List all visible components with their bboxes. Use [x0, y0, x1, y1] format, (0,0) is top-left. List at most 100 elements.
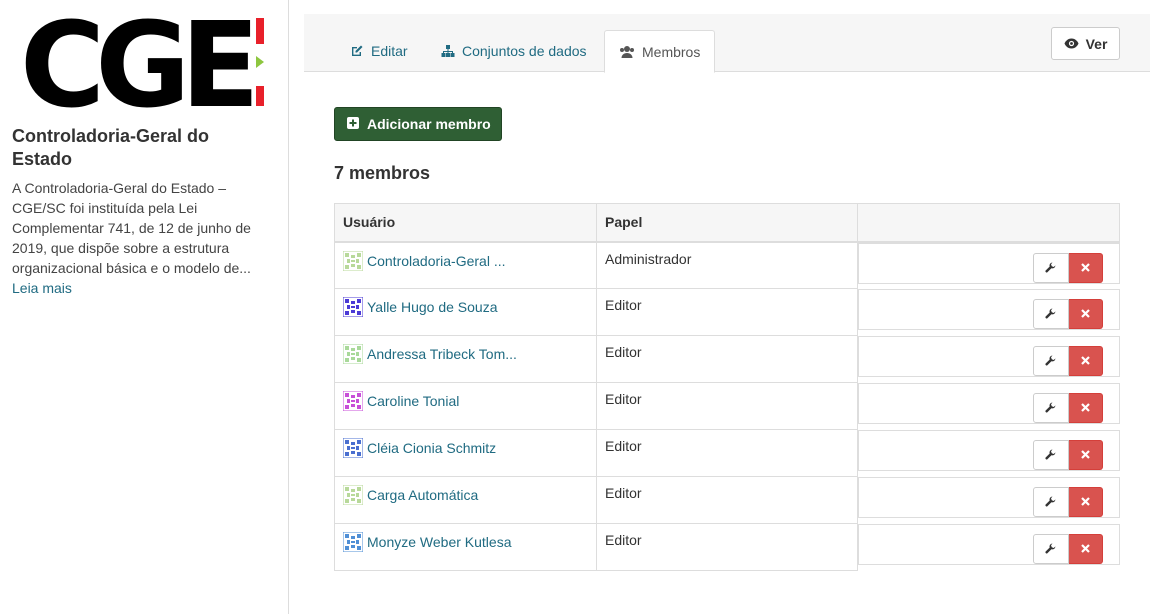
wrench-icon: [1045, 449, 1056, 460]
tabs-bar: Editar Conjuntos de dados Membros: [304, 14, 1150, 73]
role-cell: Administrador: [596, 241, 858, 289]
svg-text:CGE: CGE: [20, 14, 251, 114]
actions-cell: [858, 382, 1120, 424]
close-icon: [1080, 497, 1090, 506]
user-cell: Yalle Hugo de Souza: [334, 288, 597, 336]
role-cell: Editor: [596, 523, 858, 571]
table-header-row: Usuário Papel: [334, 203, 1120, 243]
remove-member-button[interactable]: [1068, 252, 1103, 283]
tab-edit-label: Editar: [371, 43, 408, 59]
table-row: Monyze Weber Kutlesa Editor: [334, 523, 1120, 571]
user-cell: Carga Automática: [334, 476, 597, 524]
remove-member-button[interactable]: [1068, 298, 1103, 329]
avatar[interactable]: [343, 297, 363, 317]
tab-datasets[interactable]: Conjuntos de dados: [427, 30, 601, 72]
remove-member-button[interactable]: [1068, 392, 1103, 423]
edit-member-button[interactable]: [1032, 439, 1069, 470]
remove-member-button[interactable]: [1068, 345, 1103, 376]
wrench-icon: [1045, 308, 1056, 319]
edit-member-button[interactable]: [1032, 533, 1069, 564]
tab-edit[interactable]: Editar: [336, 30, 422, 72]
edit-member-button[interactable]: [1032, 298, 1069, 329]
table-row: Carga Automática Editor: [334, 476, 1120, 524]
avatar[interactable]: [343, 344, 363, 364]
tab-members[interactable]: Membros: [604, 30, 716, 73]
wrench-icon: [1045, 543, 1056, 554]
user-link[interactable]: Monyze Weber Kutlesa: [367, 534, 511, 550]
user-cell: Controladoria-Geral ...: [334, 241, 597, 289]
role-cell: Editor: [596, 382, 858, 430]
row-actions: [1032, 345, 1103, 376]
sitemap-icon: [441, 44, 455, 58]
role-cell: Editor: [596, 429, 858, 477]
wrench-icon: [1045, 262, 1056, 273]
user-link[interactable]: Cléia Cionia Schmitz: [367, 440, 496, 456]
member-count: 7 membros: [334, 163, 431, 183]
user-link[interactable]: Carga Automática: [367, 487, 478, 503]
members-table: Usuário Papel Controladoria-Geral ... Ad…: [334, 203, 1120, 571]
table-row: Controladoria-Geral ... Administrador: [334, 241, 1120, 289]
remove-member-button[interactable]: [1068, 533, 1103, 564]
user-link[interactable]: Andressa Tribeck Tom...: [367, 346, 517, 362]
role-cell: Editor: [596, 288, 858, 336]
row-actions: [1032, 486, 1103, 517]
org-title: Controladoria-Geral do Estado: [12, 126, 210, 169]
actions-cell: [858, 335, 1120, 377]
header-actions: [857, 203, 1120, 243]
wrench-icon: [1045, 496, 1056, 507]
user-cell: Cléia Cionia Schmitz: [334, 429, 597, 477]
close-icon: [1080, 309, 1090, 318]
user-link[interactable]: Yalle Hugo de Souza: [367, 299, 498, 315]
user-link[interactable]: Caroline Tonial: [367, 393, 459, 409]
row-actions: [1032, 439, 1103, 470]
row-actions: [1032, 298, 1103, 329]
header-role: Papel: [596, 203, 858, 243]
actions-cell: [858, 476, 1120, 518]
tab-members-label: Membros: [642, 43, 701, 60]
remove-member-button[interactable]: [1068, 439, 1103, 470]
close-icon: [1080, 356, 1090, 365]
org-description: A Controladoria-Geral do Estado – CGE/SC…: [12, 180, 251, 276]
close-icon: [1080, 263, 1090, 272]
add-member-label: Adicionar membro: [367, 116, 491, 132]
org-logo[interactable]: CGE: [20, 0, 270, 134]
row-actions: [1032, 533, 1103, 564]
view-button[interactable]: Ver: [1051, 27, 1120, 60]
remove-member-button[interactable]: [1068, 486, 1103, 517]
user-link[interactable]: Controladoria-Geral ...: [367, 253, 506, 269]
avatar[interactable]: [343, 250, 363, 271]
table-row: Yalle Hugo de Souza Editor: [334, 288, 1120, 336]
plus-square-icon: [347, 116, 359, 132]
tab-datasets-label: Conjuntos de dados: [462, 43, 587, 59]
user-cell: Monyze Weber Kutlesa: [334, 523, 597, 571]
read-more-link[interactable]: Leia mais: [12, 278, 72, 298]
actions-cell: [858, 288, 1120, 330]
actions-cell: [858, 242, 1120, 284]
row-actions: [1032, 252, 1103, 283]
edit-icon: [350, 44, 364, 58]
wrench-icon: [1045, 355, 1056, 366]
edit-member-button[interactable]: [1032, 392, 1069, 423]
table-row: Caroline Tonial Editor: [334, 382, 1120, 430]
avatar[interactable]: [343, 485, 363, 505]
actions-cell: [858, 523, 1120, 565]
avatar[interactable]: [343, 438, 363, 458]
actions-cell: [858, 429, 1120, 471]
users-icon: [619, 45, 635, 59]
edit-member-button[interactable]: [1032, 486, 1069, 517]
wrench-icon: [1045, 402, 1056, 413]
avatar[interactable]: [343, 391, 363, 411]
add-member-button[interactable]: Adicionar membro: [334, 107, 502, 141]
table-row: Andressa Tribeck Tom... Editor: [334, 335, 1120, 383]
eye-icon: [1064, 36, 1079, 52]
header-user: Usuário: [334, 203, 597, 243]
edit-member-button[interactable]: [1032, 252, 1069, 283]
close-icon: [1080, 544, 1090, 553]
user-cell: Caroline Tonial: [334, 382, 597, 430]
role-cell: Editor: [596, 335, 858, 383]
close-icon: [1080, 403, 1090, 412]
avatar[interactable]: [343, 532, 363, 552]
role-cell: Editor: [596, 476, 858, 524]
edit-member-button[interactable]: [1032, 345, 1069, 376]
user-cell: Andressa Tribeck Tom...: [334, 335, 597, 383]
